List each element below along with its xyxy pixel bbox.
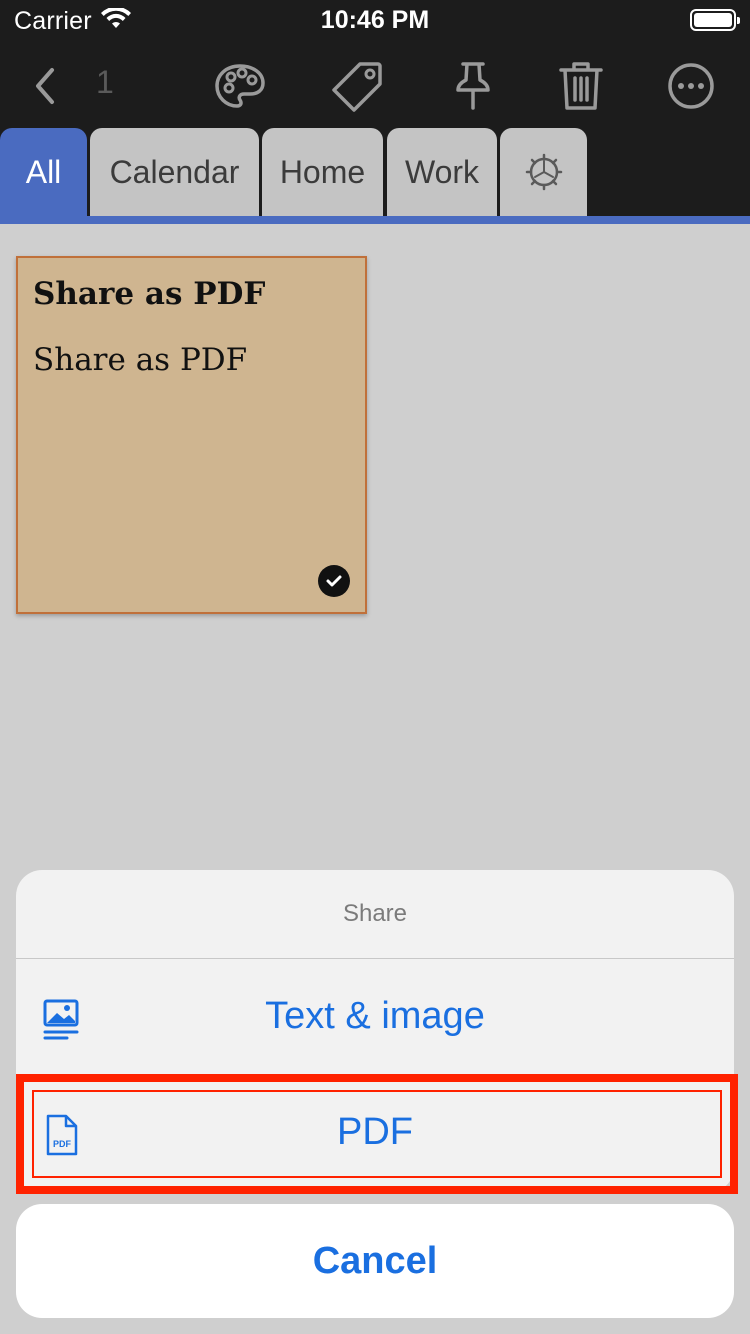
note-card[interactable]: Share as PDF Share as PDF: [16, 256, 367, 614]
more-icon: [668, 63, 714, 109]
share-sheet-title: Share: [342, 900, 408, 927]
tab-settings[interactable]: [500, 128, 587, 216]
settings-gear-icon: [525, 153, 562, 191]
selected-count: 1: [96, 64, 114, 100]
tab-bar: All Calendar Home Work: [0, 128, 750, 222]
pin-icon: [456, 62, 490, 110]
share-text-image-button[interactable]: Text & image: [16, 959, 734, 1073]
tag-button[interactable]: [328, 56, 388, 116]
pdf-file-icon: PDF: [46, 1114, 78, 1156]
status-bar: Carrier 10:46 PM: [0, 0, 750, 42]
share-pdf-button[interactable]: PDF PDF: [16, 1075, 734, 1189]
share-text-image-label: Text & image: [265, 994, 485, 1037]
toolbar: 1: [0, 42, 750, 128]
back-button[interactable]: [16, 56, 76, 116]
image-text-icon: [43, 999, 79, 1040]
battery-icon: [690, 9, 740, 31]
note-body: Share as PDF: [33, 342, 248, 378]
color-button[interactable]: [210, 56, 270, 116]
tab-work[interactable]: Work: [387, 128, 497, 216]
palette-icon: [215, 64, 265, 108]
tab-calendar[interactable]: Calendar: [90, 128, 259, 216]
clock: 10:46 PM: [320, 6, 430, 34]
tab-all[interactable]: All: [0, 128, 87, 216]
checkmark-icon: [318, 565, 350, 597]
pdf-icon-text: PDF: [53, 1139, 72, 1149]
share-sheet: Share Text & image PDF PDF: [16, 870, 734, 1193]
delete-button[interactable]: [551, 56, 611, 116]
cancel-button[interactable]: Cancel: [16, 1204, 734, 1318]
back-chevron-icon: [36, 68, 54, 104]
more-button[interactable]: [661, 56, 721, 116]
tab-underline: [0, 216, 750, 224]
share-pdf-label: PDF: [337, 1110, 413, 1153]
trash-icon: [559, 62, 603, 110]
pin-button[interactable]: [443, 56, 503, 116]
tag-icon: [332, 62, 382, 112]
tab-home[interactable]: Home: [262, 128, 383, 216]
note-title: Share as PDF: [33, 276, 266, 312]
